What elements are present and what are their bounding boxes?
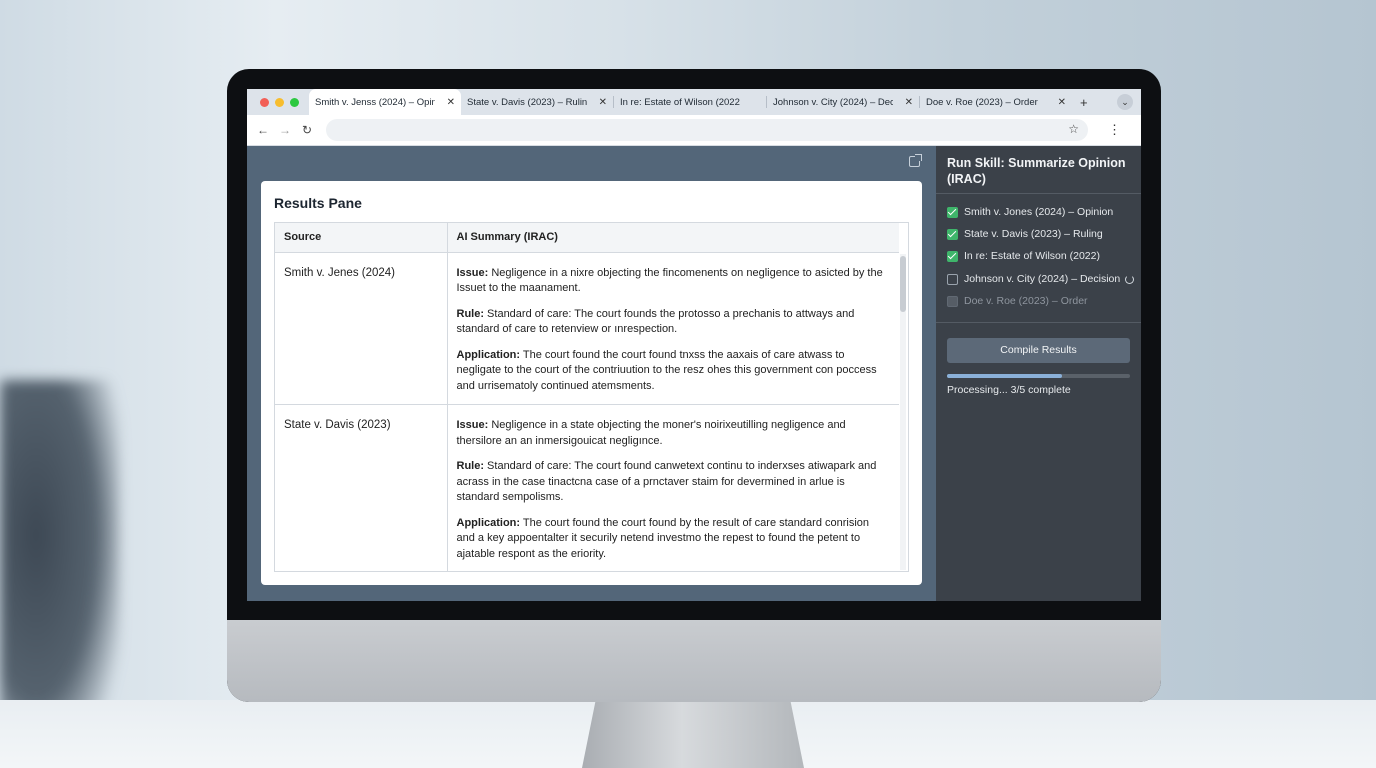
tab-5[interactable]: Doe v. Roe (2023) – Order ✕ xyxy=(920,89,1072,115)
issue-text: Negligence in a state objecting the mone… xyxy=(456,419,846,447)
results-table-container: Source AI Summary (IRAC) Smith v. Jenes … xyxy=(274,222,909,572)
document-item[interactable]: Smith v. Jones (2024) – Opinion xyxy=(947,206,1113,218)
rule-paragraph: Rule: Standard of care: The court found … xyxy=(457,459,891,506)
results-table: Source AI Summary (IRAC) Smith v. Jenes … xyxy=(275,223,899,571)
issue-text: Negligence in a nixre objecting the finc… xyxy=(456,266,883,295)
panel-title: Run Skill: Summarize Opinion (IRAC) xyxy=(947,156,1126,186)
column-header-source: Source xyxy=(275,223,448,253)
tab-label: Smith v. Jenss (2024) – Opinion xyxy=(315,96,435,108)
close-tab-icon[interactable]: ✕ xyxy=(1058,97,1066,108)
document-item-label: In re: Estate of Wilson (2022) xyxy=(964,250,1100,262)
rule-text: Standard of care: The court found canwet… xyxy=(456,460,877,503)
monitor-chin xyxy=(227,620,1161,702)
document-item[interactable]: In re: Estate of Wilson (2022) xyxy=(947,250,1100,262)
table-row: State v. Davis (2023) Issue: Negligence … xyxy=(275,404,899,571)
results-pane: Results Pane Source AI Summary (IRAC) Sm… xyxy=(261,181,922,585)
maximize-window-button[interactable] xyxy=(290,97,299,107)
rule-text: Standard of care: The court founds the p… xyxy=(456,307,855,336)
loading-spinner-icon xyxy=(1125,274,1135,284)
tab-label: Doe v. Roe (2023) – Order xyxy=(926,96,1038,108)
browser-toolbar: ← → ↻ ☆ ⋮ xyxy=(247,115,1141,146)
checkbox-checked-icon[interactable] xyxy=(947,250,958,262)
progress-status-text: Processing... 3/5 complete xyxy=(947,384,1071,396)
close-tab-icon[interactable]: ✕ xyxy=(905,97,913,108)
checkbox-checked-icon[interactable] xyxy=(947,228,958,240)
window-controls xyxy=(247,97,309,107)
summary-cell: Issue: Negligence in a state objecting t… xyxy=(447,404,899,571)
tab-label: In re: Estate of Wilson (2022) xyxy=(620,96,740,108)
issue-paragraph: Issue: Negligence in a state objecting t… xyxy=(457,418,891,449)
document-item-label: Johnson v. City (2024) – Decision xyxy=(964,273,1121,285)
back-arrow-icon[interactable]: ← xyxy=(252,123,274,137)
tab-4[interactable]: Johnson v. City (2024) – Decision ✕ xyxy=(767,89,919,115)
panel-divider xyxy=(936,322,1141,323)
table-row: Smith v. Jenes (2024) Issue: Negligence … xyxy=(275,252,899,405)
close-tab-icon[interactable]: ✕ xyxy=(447,97,455,108)
tab-2[interactable]: State v. Davis (2023) – Ruling ✕ xyxy=(461,89,613,115)
application-paragraph: Application: The court found the court f… xyxy=(457,516,891,563)
rule-label: Rule: xyxy=(456,460,485,472)
document-item: Doe v. Roe (2023) – Order xyxy=(947,295,1088,307)
tab-label: State v. Davis (2023) – Ruling xyxy=(467,96,587,108)
tab-3[interactable]: In re: Estate of Wilson (2022) xyxy=(614,89,766,115)
source-cell: State v. Davis (2023) xyxy=(275,404,448,571)
issue-label: Issue: xyxy=(456,266,489,279)
compile-results-button[interactable]: Compile Results xyxy=(947,338,1130,363)
column-header-summary: AI Summary (IRAC) xyxy=(447,223,899,253)
summary-cell: Issue: Negligence in a nixre objecting t… xyxy=(447,252,899,405)
browser-menu-icon[interactable]: ⋮ xyxy=(1108,122,1121,138)
tab-label: Johnson v. City (2024) – Decision xyxy=(773,96,893,108)
screen: Smith v. Jenss (2024) – Opinion ✕ State … xyxy=(247,89,1141,601)
close-tab-icon[interactable]: ✕ xyxy=(599,97,607,108)
document-item-label: Smith v. Jones (2024) – Opinion xyxy=(964,206,1114,218)
bookmark-star-icon[interactable]: ☆ xyxy=(1068,122,1079,136)
application-label: Application: xyxy=(456,516,521,529)
document-item[interactable]: State v. Davis (2023) – Ruling xyxy=(947,228,1103,240)
table-header-row: Source AI Summary (IRAC) xyxy=(275,223,899,253)
application-paragraph: Application: The court found the court f… xyxy=(457,348,891,395)
panel-divider xyxy=(936,193,1141,194)
minimize-window-button[interactable] xyxy=(275,97,284,107)
table-scrollbar[interactable] xyxy=(900,254,906,570)
reload-icon[interactable]: ↻ xyxy=(296,123,318,137)
tab-1[interactable]: Smith v. Jenss (2024) – Opinion ✕ xyxy=(309,89,461,115)
external-link-icon[interactable] xyxy=(909,154,922,167)
checkbox-checked-icon[interactable] xyxy=(947,206,958,218)
results-pane-title: Results Pane xyxy=(274,195,362,211)
close-window-button[interactable] xyxy=(260,97,269,107)
application-label: Application: xyxy=(456,348,521,361)
run-skill-panel: Run Skill: Summarize Opinion (IRAC) Smit… xyxy=(936,146,1141,601)
address-bar[interactable]: ☆ xyxy=(326,119,1088,141)
monitor-stand xyxy=(582,702,804,768)
new-tab-icon[interactable]: + xyxy=(1080,95,1088,110)
document-item[interactable]: Johnson v. City (2024) – Decision xyxy=(947,273,1135,285)
forward-arrow-icon[interactable]: → xyxy=(274,123,296,137)
page-content: Results Pane Source AI Summary (IRAC) Sm… xyxy=(247,146,936,601)
issue-paragraph: Issue: Negligence in a nixre objecting t… xyxy=(457,266,891,297)
checkbox-disabled-icon xyxy=(947,295,958,307)
source-cell: Smith v. Jenes (2024) xyxy=(275,252,448,405)
tab-bar: Smith v. Jenss (2024) – Opinion ✕ State … xyxy=(247,89,1141,115)
checkbox-icon[interactable] xyxy=(947,273,958,285)
progress-bar xyxy=(947,374,1130,378)
progress-bar-fill xyxy=(947,374,1063,378)
scrollbar-thumb[interactable] xyxy=(900,256,906,312)
document-item-label: State v. Davis (2023) – Ruling xyxy=(964,228,1103,240)
rule-paragraph: Rule: Standard of care: The court founds… xyxy=(457,307,891,338)
issue-label: Issue: xyxy=(456,419,489,431)
rule-label: Rule: xyxy=(456,307,485,320)
document-item-label: Doe v. Roe (2023) – Order xyxy=(964,295,1088,307)
application-text: The court found the court found tnxss th… xyxy=(456,348,877,392)
tab-search-icon[interactable]: ⌄ xyxy=(1117,94,1133,110)
